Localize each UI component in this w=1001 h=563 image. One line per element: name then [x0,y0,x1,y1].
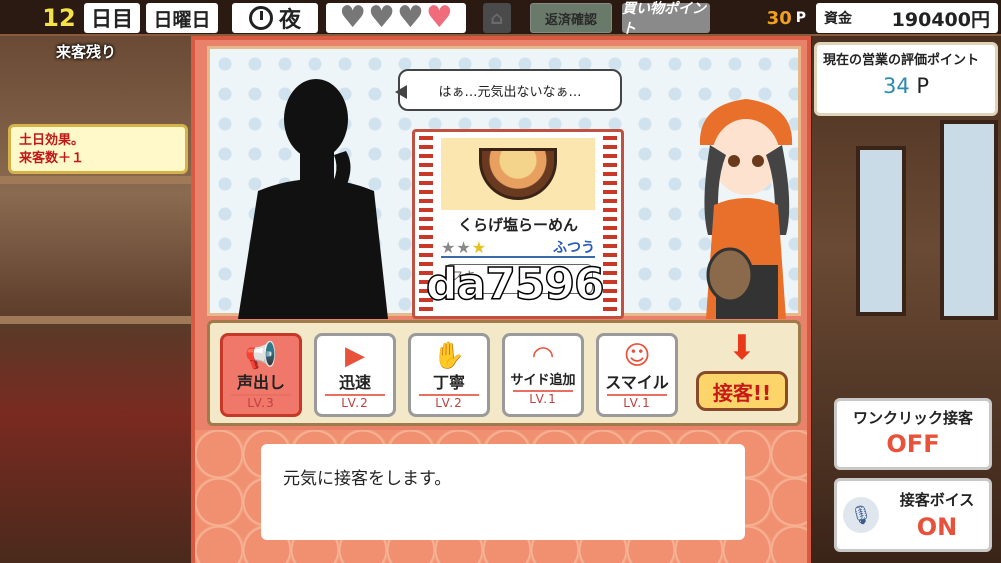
speed-icon: ▶ [345,341,365,371]
action-label: 声出し [236,373,285,392]
evaluation-label: 現在の営業の評価ポイント [823,53,980,68]
action-smile-button[interactable]: ☺ スマイル LV.1 [596,333,678,417]
effect-line: 土日効果。 [19,133,85,148]
action-level: LV.3 [231,393,291,410]
action-label: 迅速 [338,373,371,392]
clock-icon [248,6,273,30]
effect-line: 来客数＋１ [19,151,85,167]
watermark: da7596 [425,258,605,311]
window [940,120,998,320]
dish-rating: ★★★ ふつう [441,238,595,258]
message-area: 元気に接客をします。 [195,430,807,563]
action-level: LV.1 [607,393,667,410]
weekday: 日曜日 [146,3,218,33]
home-icon[interactable]: ⌂ [483,3,511,33]
shop-points-button[interactable]: 買い物ポイント [622,1,710,37]
arrow-down-icon: ⬇ [727,328,757,368]
shelf [0,316,195,324]
gyoza-icon: ◠ [531,341,555,371]
shop-points: 30 P [752,3,806,33]
smile-icon: ☺ [623,341,651,371]
serve-button[interactable]: 接客!! [696,371,788,411]
star-rating: ★★★ [441,238,487,257]
shop-points-value: 30 [766,7,792,29]
customer-silhouette [238,79,388,319]
serve-voice-value: ON [916,513,958,541]
one-click-serve-toggle[interactable]: ワンクリック接客 OFF [834,398,992,470]
ramen-image [441,138,595,210]
repay-button[interactable]: 返済確認 [530,3,612,33]
funds-value: 190400円 [891,8,990,31]
action-level: LV.2 [419,393,479,410]
card-frame [603,136,617,312]
action-label: サイド追加 [510,373,576,388]
day-number: 12 [42,4,76,32]
customer-scene: はぁ…元気出ないなぁ… くらげ塩らーめん ★★★ ふつう スキ da7596 [207,46,801,319]
action-speed-button[interactable]: ▶ 迅速 LV.2 [314,333,396,417]
evaluation-panel: 現在の営業の評価ポイント 34 P [814,42,998,116]
star-empty-icon: ★★ [441,237,472,257]
serve-voice-toggle[interactable]: 🎙 接客ボイス ON [834,478,992,552]
star-filled-icon: ★ [471,237,488,257]
time-of-day: 夜 [232,3,318,33]
action-side-dish-button[interactable]: ◠ サイド追加 LV.1 [502,333,584,417]
status-bar: 12 日目 日曜日 夜 ♥ ♥ ♥ ♥ ⌂ 返済確認 買い物ポイント 30 P … [0,0,1001,37]
message-box: 元気に接客をします。 [261,444,745,540]
speech-bubble: はぁ…元気出ないなぁ… [395,69,622,111]
heart-icon: ♥ [397,0,424,35]
taste-label: ふつう [553,240,595,256]
background-kitchen [0,36,195,563]
shelf [0,176,195,184]
action-level: LV.2 [325,393,385,410]
action-voice-button[interactable]: 📢 声出し LV.3 [220,333,302,417]
serve-area: ⬇ 接客!! [696,331,788,421]
hearts: ♥ ♥ ♥ ♥ [326,3,466,33]
action-label: 丁寧 [432,373,465,392]
serve-voice-label: 接客ボイス [899,491,975,509]
weekend-effect-panel: 土日効果。 来客数＋１ [8,124,188,174]
heart-icon: ♥ [425,0,453,35]
action-bar: 📢 声出し LV.3 ▶ 迅速 LV.2 ✋ 丁寧 LV.2 ◠ サイド追加 L… [207,320,801,426]
service-panel: はぁ…元気出ないなぁ… くらげ塩らーめん ★★★ ふつう スキ da7596 📢… [191,36,811,563]
hands-icon: ✋ [432,341,466,371]
funds: 資金 190400円 [816,3,998,33]
evaluation-value: 34 [882,74,910,98]
action-level: LV.1 [513,390,573,406]
evaluation-value-row: 34 P [823,74,989,98]
funds-label: 資金 [824,11,852,27]
ramen-bowl-icon [479,148,557,200]
waitress-character [699,99,793,319]
shop-points-unit: P [795,10,806,26]
action-polite-button[interactable]: ✋ 丁寧 LV.2 [408,333,490,417]
one-click-label: ワンクリック接客 [852,409,973,427]
visitors-remaining-label: 来客残り [56,43,117,61]
heart-icon: ♥ [339,0,367,35]
day-unit: 日目 [84,3,140,33]
heart-icon: ♥ [368,0,395,35]
evaluation-unit: P [916,74,930,98]
action-label: スマイル [605,373,669,392]
microphone-icon: 🎙 [843,497,879,533]
time-of-day-label: 夜 [278,8,301,33]
dish-name: くらげ塩らーめん [457,216,578,234]
window [856,146,906,316]
megaphone-icon: 📢 [244,341,278,371]
one-click-value: OFF [886,430,940,458]
